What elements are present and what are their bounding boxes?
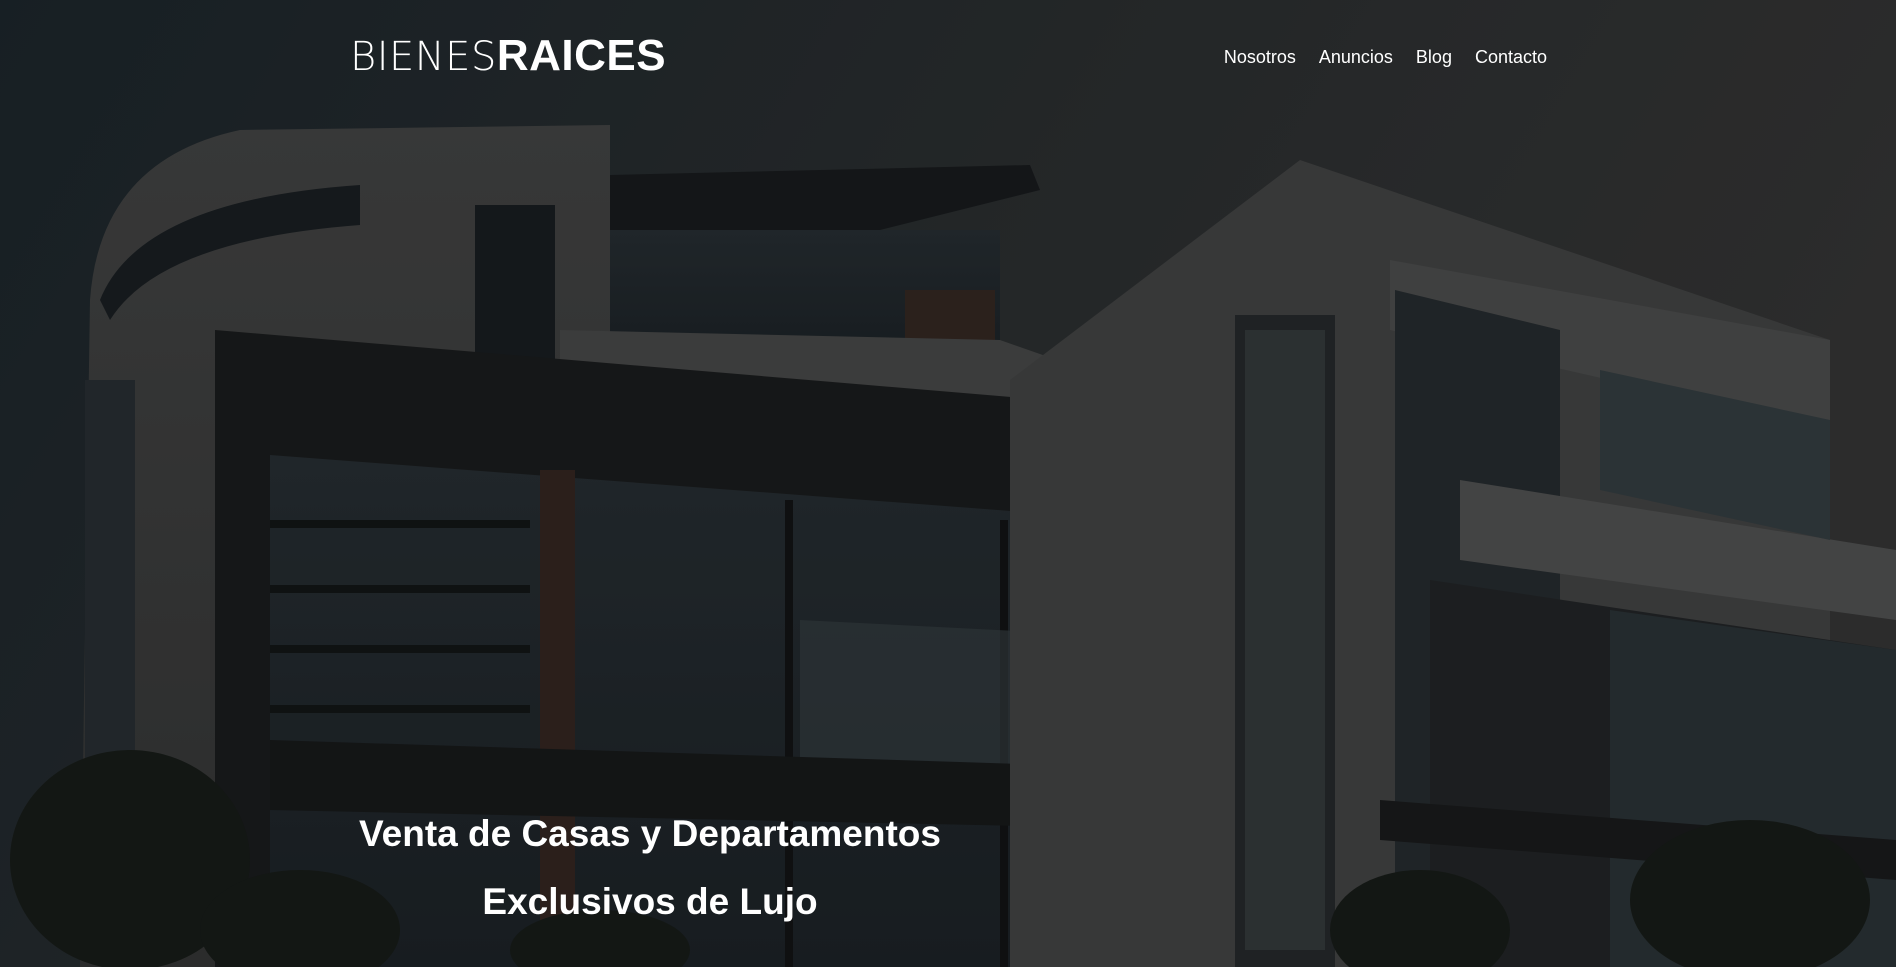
site-header: BIENESRAICES Nosotros Anuncios Blog Cont…	[0, 0, 1896, 110]
hero-title-line1: Venta de Casas y Departamentos	[359, 813, 941, 854]
logo-text-light: BIENES	[350, 34, 497, 80]
nav-link-nosotros[interactable]: Nosotros	[1224, 44, 1296, 70]
hero-section: BIENESRAICES Nosotros Anuncios Blog Cont…	[0, 0, 1896, 967]
hero-title-line2: Exclusivos de Lujo	[482, 881, 818, 922]
nav-link-blog[interactable]: Blog	[1416, 44, 1452, 70]
nav-link-anuncios[interactable]: Anuncios	[1319, 44, 1393, 70]
main-navigation: Nosotros Anuncios Blog Contacto	[1224, 44, 1547, 70]
site-logo[interactable]: BIENESRAICES	[350, 30, 666, 83]
hero-title: Venta de Casas y Departamentos Exclusivo…	[340, 800, 960, 936]
nav-link-contacto[interactable]: Contacto	[1475, 44, 1547, 70]
logo-text-bold: RAICES	[496, 31, 667, 80]
